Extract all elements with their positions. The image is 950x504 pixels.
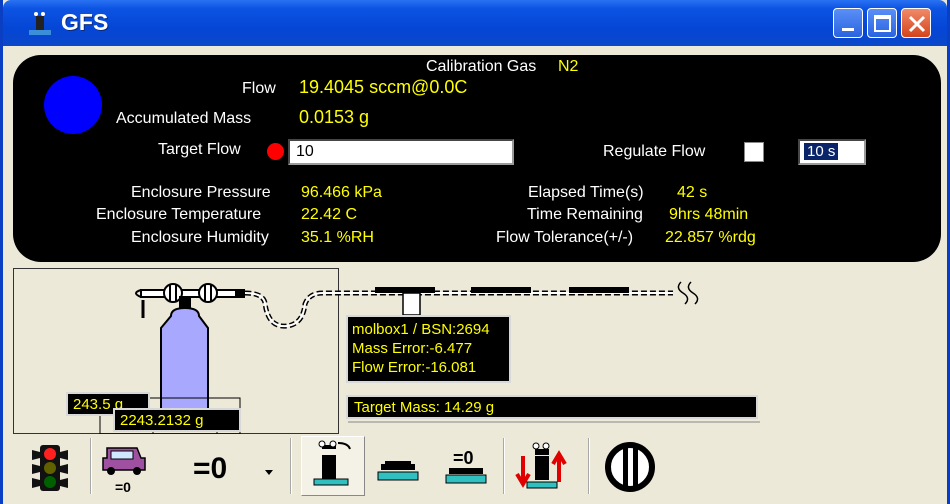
maximize-button[interactable] xyxy=(867,8,897,38)
cylinder-exchange-icon[interactable] xyxy=(513,438,571,496)
molbox-info-box: molbox1 / BSN:2694 Mass Error:-6.477 Flo… xyxy=(346,315,511,383)
gas-cylinder-icon xyxy=(152,306,218,420)
maximize-icon xyxy=(874,15,891,32)
mass-error: Mass Error:-6.477 xyxy=(352,340,473,357)
target-flow-label: Target Flow xyxy=(158,141,241,158)
elapsed-time-label: Elapsed Time(s) xyxy=(528,184,644,201)
calibration-gas-value: N2 xyxy=(558,58,579,75)
line-break-icon xyxy=(677,281,689,305)
elapsed-time-value: 42 s xyxy=(677,184,708,201)
time-remaining-value: 9hrs 48min xyxy=(669,206,749,223)
car-tare-label: =0 xyxy=(115,479,131,495)
toolbar-separator xyxy=(90,438,92,494)
target-flow-input[interactable]: 10 xyxy=(288,139,514,165)
system-diagram: 243.5 g 2243.2132 g molbox1 / BSN:2694 M… xyxy=(3,268,947,504)
status-panel: Calibration Gas N2 Flow 19.4045 sccm@0.0… xyxy=(13,55,941,262)
enclosure-pressure-value: 96.466 kPa xyxy=(301,184,382,201)
target-flow-indicator xyxy=(267,143,284,160)
flow-tolerance-value: 22.857 %rdg xyxy=(665,229,756,246)
regulate-flow-checkbox[interactable] xyxy=(744,142,764,162)
chevron-down-icon xyxy=(265,470,273,475)
minimize-button[interactable] xyxy=(833,8,863,38)
gas-cylinder-scale-icon xyxy=(313,440,351,486)
enclosure-temperature-label: Enclosure Temperature xyxy=(96,206,262,223)
flow-tolerance-label: Flow Tolerance(+/-) xyxy=(496,229,634,246)
zero-dropdown[interactable]: =0 xyxy=(193,444,283,488)
time-remaining-label: Time Remaining xyxy=(527,206,643,223)
regulate-interval-field[interactable]: 10 s xyxy=(798,139,866,165)
target-mass-text: Target Mass: 14.29 g xyxy=(354,399,495,416)
flow-element-2 xyxy=(471,287,531,293)
toolbar-separator xyxy=(503,438,505,494)
enclosure-humidity-label: Enclosure Humidity xyxy=(131,229,269,246)
status-indicator xyxy=(44,76,102,134)
target-mass-bar: Target Mass: 14.29 g xyxy=(346,395,758,419)
zero-dropdown-label: =0 xyxy=(193,452,227,485)
accumulated-mass-label: Accumulated Mass xyxy=(116,110,252,127)
flow-value: 19.4045 sccm@0.0C xyxy=(299,77,468,97)
enclosure-pressure-label: Enclosure Pressure xyxy=(131,184,271,201)
app-icon xyxy=(29,12,51,35)
molbox-connector-icon xyxy=(402,292,421,316)
scale-mass-display: 2243.2132 g xyxy=(113,408,241,432)
gfs-window: GFS Calibration Gas N2 Flow 19.4045 sccm… xyxy=(0,0,950,504)
accumulated-mass-value: 0.0153 g xyxy=(299,107,370,127)
scale-zero-icon[interactable]: =0 xyxy=(443,444,489,492)
svg-text:=0: =0 xyxy=(453,448,474,468)
close-button[interactable] xyxy=(901,8,931,38)
regulate-flow-label: Regulate Flow xyxy=(603,143,706,160)
car-tare-icon[interactable]: =0 xyxy=(99,440,149,496)
flow-element-3 xyxy=(569,287,629,293)
flow-label: Flow xyxy=(242,80,276,97)
molbox-id: molbox1 / BSN:2694 xyxy=(352,321,490,338)
minimize-icon xyxy=(842,28,854,31)
window-title: GFS xyxy=(61,9,109,35)
toolbar-separator xyxy=(588,438,590,494)
close-icon xyxy=(908,15,926,33)
title-bar[interactable]: GFS xyxy=(3,0,947,46)
flow-error: Flow Error:-16.081 xyxy=(352,359,477,376)
enclosure-temperature-value: 22.42 C xyxy=(301,206,358,223)
enclosure-humidity-value: 35.1 %RH xyxy=(301,229,374,246)
toolbar-separator xyxy=(290,438,292,494)
gas-station-button[interactable] xyxy=(301,436,365,496)
scale-icon[interactable] xyxy=(375,452,421,492)
calibration-gas-label: Calibration Gas xyxy=(426,58,537,75)
client-area: Calibration Gas N2 Flow 19.4045 sccm@0.0… xyxy=(3,46,947,504)
toolbar: =0 =0 =0 xyxy=(13,430,703,502)
regulate-interval-value: 10 s xyxy=(804,143,839,160)
traffic-light-icon[interactable] xyxy=(29,442,71,494)
valve-icon[interactable] xyxy=(603,442,657,492)
flow-element-1 xyxy=(375,287,435,293)
